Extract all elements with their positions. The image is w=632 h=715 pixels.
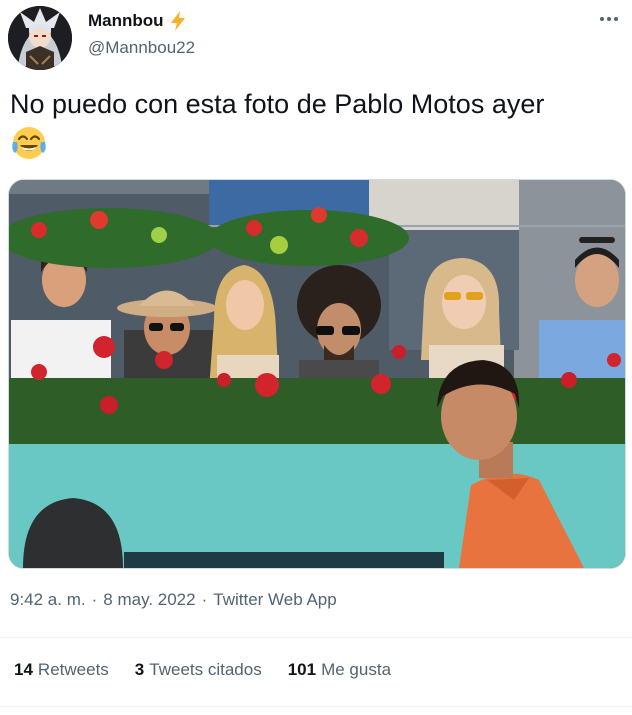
tweet-meta: 9:42 a. m. · 8 may. 2022 · Twitter Web A… — [10, 590, 337, 610]
stat-label: Tweets citados — [149, 660, 262, 679]
retweets-stat[interactable]: 14 Retweets — [14, 660, 109, 680]
divider-bottom — [0, 706, 632, 707]
tweet-time[interactable]: 9:42 a. m. — [10, 590, 86, 610]
person-sunglasses — [297, 265, 381, 390]
author-name-row[interactable]: Mannbou — [88, 10, 188, 32]
lightning-bolt-icon — [170, 11, 185, 31]
tweet-date[interactable]: 8 may. 2022 — [103, 590, 195, 610]
more-dot-icon — [600, 17, 604, 21]
quote-tweets-stat[interactable]: 3 Tweets citados — [135, 660, 262, 680]
stat-count: 3 — [134, 660, 145, 679]
person-hat — [117, 290, 219, 390]
stat-count: 14 — [14, 660, 33, 679]
tweet-photo[interactable] — [8, 179, 626, 569]
engagement-stats: 14 Retweets 3 Tweets citados 101 Me gusta — [14, 660, 391, 680]
meta-separator: · — [201, 590, 208, 609]
tweet-text-body: No puedo con esta foto de Pablo Motos ay… — [10, 89, 545, 119]
stat-count: 101 — [287, 660, 317, 679]
face-with-tears-of-joy-icon — [12, 127, 46, 159]
likes-stat[interactable]: 101 Me gusta — [288, 660, 391, 680]
meta-separator: · — [91, 590, 98, 609]
more-dot-icon — [607, 17, 611, 21]
user-handle[interactable]: @Mannbou22 — [88, 38, 195, 58]
more-dot-icon — [614, 17, 618, 21]
tweet-card: Mannbou @Mannbou22 No puedo con esta fot… — [0, 0, 632, 715]
avatar[interactable] — [8, 6, 72, 70]
stat-label: Me gusta — [321, 660, 392, 679]
tweet-text: No puedo con esta foto de Pablo Motos ay… — [10, 86, 622, 162]
display-name[interactable]: Mannbou — [88, 11, 164, 31]
stat-label: Retweets — [37, 660, 109, 679]
tennis-stands-photo — [9, 180, 625, 568]
more-options-button[interactable] — [596, 8, 622, 30]
divider-top — [0, 637, 632, 638]
tweet-source[interactable]: Twitter Web App — [213, 590, 336, 610]
